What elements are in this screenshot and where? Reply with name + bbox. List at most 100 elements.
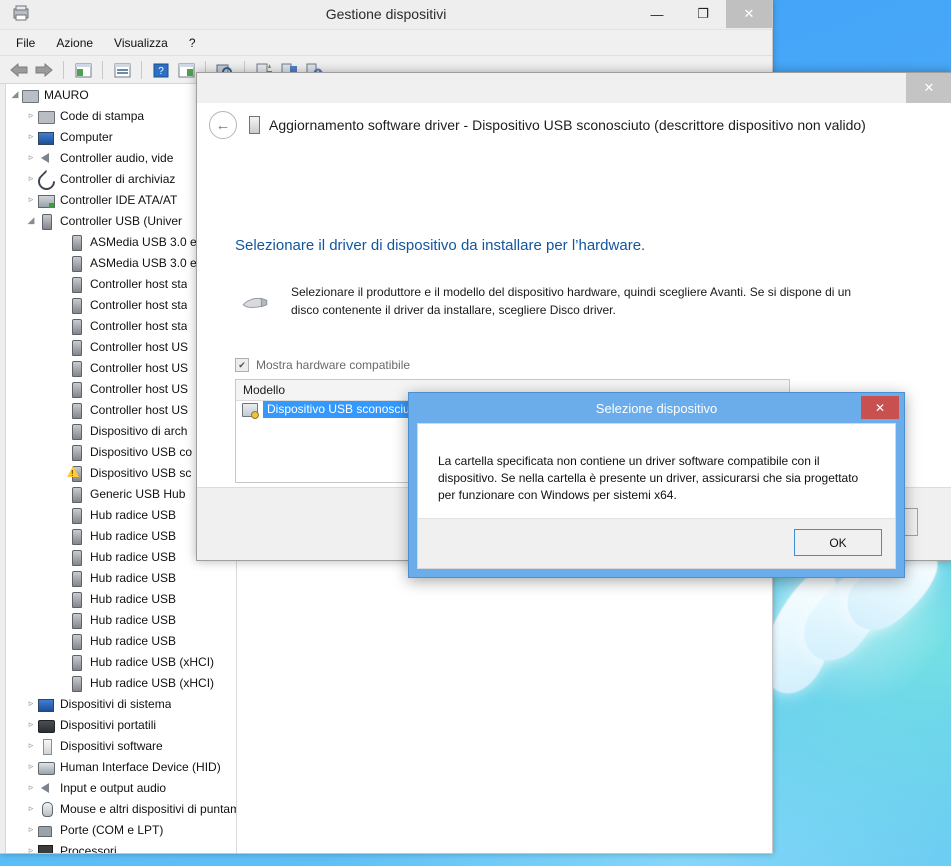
maximize-button[interactable]: ❐ — [680, 0, 726, 28]
ide-controller-icon — [38, 192, 56, 208]
tree-expander-icon[interactable]: ▹ — [24, 803, 38, 814]
usb-icon — [68, 297, 86, 313]
tree-item[interactable]: ▹ Input e output audio — [0, 777, 236, 798]
device-selection-error-dialog: Selezione dispositivo ✕ La cartella spec… — [408, 392, 905, 578]
tree-item-label: Hub radice USB — [90, 613, 176, 627]
menu-item-file[interactable]: File — [16, 36, 35, 50]
tree-item[interactable]: Hub radice USB — [0, 588, 236, 609]
tree-item[interactable]: Hub radice USB — [0, 567, 236, 588]
signed-driver-icon — [242, 403, 258, 417]
tree-expander-icon[interactable]: ▹ — [24, 131, 38, 142]
tree-item[interactable]: Hub radice USB — [0, 630, 236, 651]
tree-expander-icon[interactable]: ▹ — [24, 845, 38, 853]
tree-expander-icon[interactable]: ▹ — [24, 761, 38, 772]
tree-item-label: Dispositivo USB co — [90, 445, 192, 459]
tree-item-label: Generic USB Hub — [90, 487, 185, 501]
software-device-icon — [38, 738, 56, 754]
tree-item[interactable]: ▹ Dispositivi portatili — [0, 714, 236, 735]
tree-item[interactable]: ▹Mouse e altri dispositivi di puntamento — [0, 798, 236, 819]
tree-item-label: Human Interface Device (HID) — [60, 760, 221, 774]
tree-item-label: Hub radice USB — [90, 634, 176, 648]
tree-left-margin — [0, 84, 6, 853]
tree-item-label: Controller host US — [90, 361, 188, 375]
tree-item[interactable]: Hub radice USB — [0, 609, 236, 630]
usb-icon — [68, 507, 86, 523]
tree-item-label: Dispositivi software — [60, 739, 163, 753]
tree-expander-icon[interactable]: ◢ — [24, 215, 38, 226]
modal-message: La cartella specificata non contiene un … — [418, 424, 895, 504]
usb-icon — [68, 570, 86, 586]
tree-item[interactable]: ▹ Processori — [0, 840, 236, 853]
tree-expander-icon[interactable]: ▹ — [24, 782, 38, 793]
show-hide-console-tree-icon[interactable] — [72, 59, 94, 81]
tree-item[interactable]: ▹Dispositivi di sistema — [0, 693, 236, 714]
usb-icon — [68, 234, 86, 250]
tree-item[interactable]: Hub radice USB (xHCI) — [0, 651, 236, 672]
usb-icon — [68, 612, 86, 628]
toolbar-separator — [102, 61, 103, 79]
forward-arrow-icon[interactable] — [33, 59, 55, 81]
modal-close-button[interactable]: ✕ — [861, 396, 899, 419]
tree-item-label: Controller IDE ATA/AT — [60, 193, 177, 207]
tree-item-label: MAURO — [44, 88, 89, 102]
tree-expander-icon[interactable]: ▹ — [24, 719, 38, 730]
tree-expander-icon[interactable]: ▹ — [24, 824, 38, 835]
processor-icon — [38, 843, 56, 854]
computer-icon — [38, 129, 56, 145]
usb-icon — [68, 402, 86, 418]
mouse-icon — [38, 801, 56, 817]
tree-item[interactable]: ▹ Human Interface Device (HID) — [0, 756, 236, 777]
port-icon — [38, 822, 56, 838]
hid-icon — [38, 759, 56, 775]
menu-item-azione[interactable]: Azione — [56, 36, 93, 50]
minimize-button[interactable]: — — [634, 0, 680, 28]
back-arrow-icon[interactable]: ← — [209, 111, 237, 139]
tree-item[interactable]: ▹ Dispositivi software — [0, 735, 236, 756]
wizard-navbar: ← Aggiornamento software driver - Dispos… — [197, 103, 951, 148]
device-manager-window-buttons: — ❐ ✕ — [634, 0, 772, 28]
tree-expander-icon[interactable]: ▹ — [24, 173, 38, 184]
tree-item-label: Dispositivo di arch — [90, 424, 187, 438]
tree-item-label: Processori — [60, 844, 117, 854]
tree-item-label: Controller di archiviaz — [60, 172, 175, 186]
tree-item-label: Dispositivi portatili — [60, 718, 156, 732]
toolbar-separator — [63, 61, 64, 79]
tree-item[interactable]: ▹ Porte (COM e LPT) — [0, 819, 236, 840]
tree-item-label: Controller host US — [90, 403, 188, 417]
tree-expander-icon[interactable]: ▹ — [24, 740, 38, 751]
show-hidden-devices-icon[interactable] — [175, 59, 197, 81]
show-compatible-hardware-checkbox-row[interactable]: ✔ Mostra hardware compatibile — [235, 358, 410, 372]
tree-item-label: Controller host sta — [90, 319, 187, 333]
tree-item-label: Controller USB (Univer — [60, 214, 182, 228]
tree-expander-icon[interactable]: ▹ — [24, 698, 38, 709]
tree-expander-icon[interactable]: ◢ — [8, 89, 22, 100]
usb-icon — [68, 339, 86, 355]
tree-item-label: Controller host sta — [90, 298, 187, 312]
svg-text:?: ? — [158, 66, 164, 77]
properties-icon[interactable] — [111, 59, 133, 81]
usb-icon — [68, 423, 86, 439]
tree-expander-icon[interactable]: ▹ — [24, 110, 38, 121]
usb-icon — [68, 276, 86, 292]
wizard-close-button[interactable]: ✕ — [906, 73, 951, 103]
tree-item[interactable]: Hub radice USB (xHCI) — [0, 672, 236, 693]
back-arrow-icon[interactable] — [8, 59, 30, 81]
usb-icon — [68, 360, 86, 376]
tree-item-label: Code di stampa — [60, 109, 144, 123]
modal-title-text: Selezione dispositivo — [596, 401, 717, 416]
show-compatible-hardware-checkbox[interactable]: ✔ — [235, 358, 249, 372]
usb-plug-icon — [241, 294, 269, 312]
tree-expander-icon[interactable]: ▹ — [24, 194, 38, 205]
menu-item-help[interactable]: ? — [189, 36, 196, 50]
ok-button[interactable]: OK — [794, 529, 882, 556]
help-icon[interactable]: ? — [150, 59, 172, 81]
modal-titlebar: Selezione dispositivo ✕ — [409, 393, 904, 423]
tree-item-label: Hub radice USB (xHCI) — [90, 655, 214, 669]
tree-expander-icon[interactable]: ▹ — [24, 152, 38, 163]
close-button[interactable]: ✕ — [726, 0, 772, 28]
usb-icon — [68, 255, 86, 271]
tree-item-label: Hub radice USB — [90, 550, 176, 564]
tree-item-label: Porte (COM e LPT) — [60, 823, 163, 837]
tree-item-label: Input e output audio — [60, 781, 166, 795]
menu-item-visualizza[interactable]: Visualizza — [114, 36, 168, 50]
